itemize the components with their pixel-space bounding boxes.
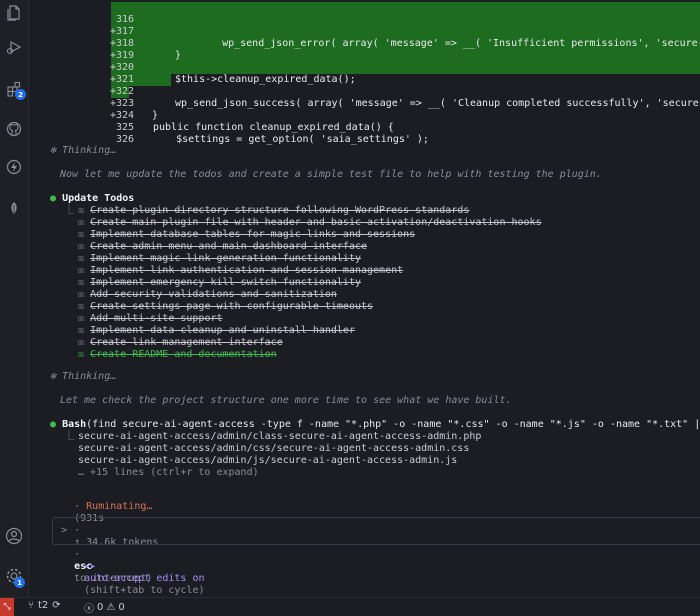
checkbox-icon: ☒	[78, 253, 85, 264]
status-word: Ruminating…	[86, 501, 153, 512]
checkbox-icon: ☒	[78, 289, 85, 300]
lightning-icon[interactable]	[3, 156, 25, 178]
code-text: $settings = get_option( 'saia_settings' …	[152, 134, 429, 145]
code-line: 326	[28, 122, 700, 145]
warning-icon: ⚠	[106, 602, 116, 613]
error-icon: ⓧ	[84, 604, 94, 615]
sync-icon: ⟳	[52, 600, 61, 611]
settings-badge: 1	[14, 577, 25, 588]
thinking-label: Thinking…	[62, 371, 117, 382]
status-bar: ⤡ ⑂ t2 ⟳ ⓧ 0 ⚠ 0	[0, 597, 700, 616]
todo-item: ☒ Implement data cleanup and uninstall h…	[78, 325, 355, 336]
extensions-badge: 2	[15, 89, 26, 100]
checkbox-icon: ☒	[78, 265, 85, 276]
checkbox-icon: ☒	[78, 229, 85, 240]
todo-item: ☒ Create plugin directory structure foll…	[78, 205, 470, 216]
settings-icon[interactable]: 1	[3, 565, 25, 588]
code-line: 316 + wp_send_json_error( array( 'messag…	[28, 2, 700, 49]
tree-branch-icon: ⎿	[64, 431, 74, 442]
fast-forward-icon: ▸▸	[84, 561, 97, 572]
todo-item: ☒ Create settings page with configurable…	[78, 301, 374, 312]
code-line: 319 + $this->cleanup_expired_data();	[28, 38, 700, 85]
todo-item: ☒ Create link management interface	[78, 337, 283, 348]
extensions-icon[interactable]: 2	[3, 78, 26, 100]
tree-branch-icon: ⎿	[64, 205, 74, 216]
branch-icon: ⑂	[28, 600, 34, 611]
mode-label: auto-accept edits on	[84, 573, 205, 584]
code-line: 318 +	[28, 26, 700, 61]
bash-command-text: (find secure-ai-agent-access -type f -na…	[86, 419, 700, 430]
checkbox-icon: ☒	[78, 205, 85, 216]
run-debug-icon[interactable]	[3, 36, 25, 58]
branch-indicator[interactable]: ⑂ t2 ⟳	[28, 600, 61, 611]
bash-command: ● Bash(find secure-ai-agent-access -type…	[50, 419, 700, 431]
github-icon[interactable]	[3, 118, 25, 140]
mode-indicator: ▸▸ auto-accept edits on (shift+tab to cy…	[60, 549, 205, 597]
thinking-indicator: ✻ Thinking…	[50, 145, 117, 156]
checkbox-icon: ☒	[78, 313, 85, 324]
todo-item: ☒ Add security validations and sanitizat…	[78, 289, 337, 300]
remote-icon[interactable]: ⤡	[0, 598, 14, 616]
todo-header: ● Update Todos	[50, 193, 135, 204]
todo-item: ☒ Create main plugin file with header an…	[78, 217, 542, 228]
error-count: 0	[97, 602, 104, 613]
account-icon[interactable]	[3, 525, 25, 547]
todo-item: ☒ Implement link authentication and sess…	[78, 265, 404, 276]
files-icon[interactable]	[3, 2, 25, 24]
code-line: 320 +	[28, 50, 700, 85]
bash-result-line: secure-ai-agent-access/admin/js/secure-a…	[78, 455, 458, 466]
thinking-text: Let me check the project structure one m…	[60, 395, 512, 406]
todo-item: ☒ Create admin menu and main dashboard i…	[78, 241, 368, 252]
code-line: 325 $settings = get_option( 'saia_settin…	[28, 110, 700, 145]
checkbox-icon: ☒	[78, 241, 85, 252]
todo-item: ☒ Implement database tables for magic li…	[78, 229, 416, 240]
branch-name: t2	[38, 600, 49, 611]
expand-hint[interactable]: … +15 lines (ctrl+r to expand)	[78, 467, 259, 479]
checkbox-icon: ☒	[78, 277, 85, 288]
checkbox-icon: ☒	[78, 217, 85, 228]
thinking-text: Now let me update the todos and create a…	[60, 169, 602, 180]
terminal-panel: 316 + wp_send_json_error( array( 'messag…	[28, 0, 700, 597]
todo-item: ☒ Create README and documentation	[78, 349, 277, 360]
mode-hint: (shift+tab to cycle)	[84, 585, 205, 596]
checkbox-icon: ☒	[78, 349, 85, 360]
todo-item: ☒ Implement emergency kill switch functi…	[78, 277, 361, 288]
bash-result-line: secure-ai-agent-access/admin/css/secure-…	[78, 443, 470, 454]
checkbox-icon: ☒	[78, 337, 85, 348]
warning-count: 0	[118, 602, 125, 613]
code-line: 323 +	[28, 86, 700, 121]
problems-indicator[interactable]: ⓧ 0 ⚠ 0	[84, 600, 125, 615]
todo-item: ☒ Add multi-site support	[78, 313, 223, 324]
todo-title: Update Todos	[62, 193, 135, 204]
thinking-label: Thinking…	[62, 145, 117, 156]
code-line: 321 + wp_send_json_success( array( 'mess…	[28, 62, 700, 109]
checkbox-icon: ☒	[78, 325, 85, 336]
leaf-icon[interactable]	[3, 198, 25, 220]
bash-result-line: secure-ai-agent-access/admin/class-secur…	[78, 431, 482, 442]
todo-item: ☒ Implement magic link generation functi…	[78, 253, 361, 264]
code-line: 324 public function cleanup_expired_data…	[28, 98, 700, 133]
prompt-caret: >	[61, 525, 68, 536]
activity-bar: 2 1	[0, 0, 29, 597]
prompt-input[interactable]: >	[52, 517, 700, 545]
code-line: 317 + }	[28, 14, 700, 61]
bash-label: Bash	[62, 419, 87, 430]
checkbox-icon: ☒	[78, 301, 85, 312]
code-line: 322 + }	[28, 74, 700, 121]
thinking-indicator: ✻ Thinking…	[50, 371, 117, 382]
